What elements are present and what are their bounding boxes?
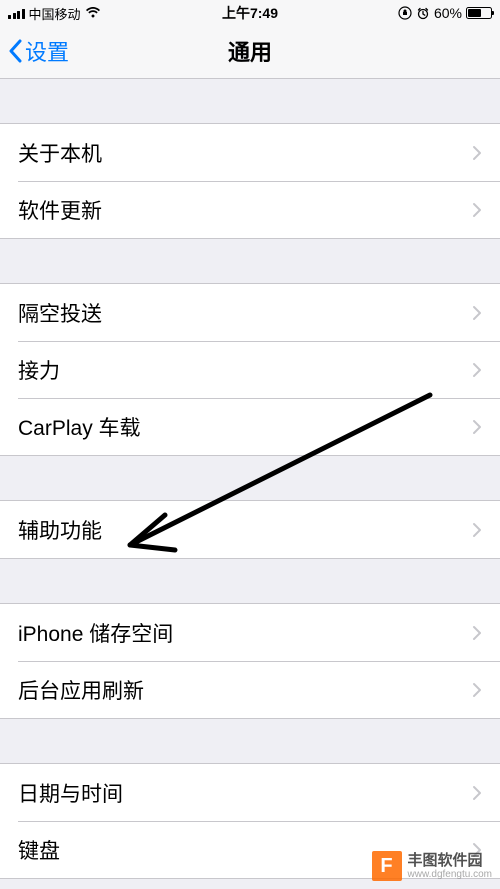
list-item-label: 软件更新	[18, 195, 472, 225]
list-item-label: iPhone 储存空间	[18, 618, 472, 648]
watermark-url: www.dgfengtu.com	[408, 869, 493, 881]
list-item-handoff[interactable]: 接力	[0, 341, 500, 398]
list-item-label: 日期与时间	[18, 778, 472, 808]
nav-bar: 设置 通用	[0, 24, 500, 79]
page-title: 通用	[228, 35, 272, 67]
list-group-airdrop: 隔空投送 接力 CarPlay 车载	[0, 283, 500, 456]
list-group-accessibility: 辅助功能	[0, 500, 500, 559]
list-item-airdrop[interactable]: 隔空投送	[0, 284, 500, 341]
content: 关于本机 软件更新 隔空投送 接力 CarPlay 车载 辅助功能	[0, 79, 500, 879]
status-time: 上午7:49	[222, 3, 278, 23]
list-item-label: 辅助功能	[18, 515, 472, 545]
list-item-iphone-storage[interactable]: iPhone 储存空间	[0, 604, 500, 661]
chevron-right-icon	[472, 419, 482, 435]
battery-percent: 60%	[434, 5, 462, 21]
orientation-lock-icon	[398, 6, 412, 20]
list-item-software-update[interactable]: 软件更新	[0, 181, 500, 238]
chevron-right-icon	[472, 202, 482, 218]
chevron-right-icon	[472, 785, 482, 801]
group-spacer	[0, 239, 500, 283]
chevron-right-icon	[472, 145, 482, 161]
status-left: 中国移动	[8, 4, 101, 23]
status-bar: 中国移动 上午7:49 60%	[0, 0, 500, 24]
group-spacer	[0, 456, 500, 500]
list-item-label: 隔空投送	[18, 298, 472, 328]
signal-icon	[8, 7, 25, 19]
status-right: 60%	[398, 5, 492, 21]
back-label: 设置	[25, 35, 69, 67]
list-item-label: 后台应用刷新	[18, 675, 472, 705]
chevron-right-icon	[472, 362, 482, 378]
list-item-about[interactable]: 关于本机	[0, 124, 500, 181]
chevron-right-icon	[472, 305, 482, 321]
list-item-background-refresh[interactable]: 后台应用刷新	[0, 661, 500, 718]
chevron-right-icon	[472, 682, 482, 698]
watermark: F 丰图软件园 www.dgfengtu.com	[372, 851, 493, 881]
list-item-label: CarPlay 车载	[18, 412, 472, 442]
list-item-label: 接力	[18, 355, 472, 385]
list-item-carplay[interactable]: CarPlay 车载	[0, 398, 500, 455]
wifi-icon	[85, 7, 101, 19]
group-spacer	[0, 719, 500, 763]
group-spacer	[0, 79, 500, 123]
back-button[interactable]: 设置	[8, 35, 69, 67]
carrier-label: 中国移动	[29, 4, 81, 23]
battery-icon	[466, 7, 492, 19]
chevron-right-icon	[472, 625, 482, 641]
list-group-about: 关于本机 软件更新	[0, 123, 500, 239]
alarm-icon	[416, 6, 430, 20]
list-item-accessibility[interactable]: 辅助功能	[0, 501, 500, 558]
list-item-date-time[interactable]: 日期与时间	[0, 764, 500, 821]
back-chevron-icon	[8, 39, 22, 63]
watermark-title: 丰图软件园	[408, 852, 493, 869]
list-item-label: 关于本机	[18, 138, 472, 168]
chevron-right-icon	[472, 522, 482, 538]
group-spacer	[0, 559, 500, 603]
watermark-logo: F	[372, 851, 402, 881]
list-group-storage: iPhone 储存空间 后台应用刷新	[0, 603, 500, 719]
